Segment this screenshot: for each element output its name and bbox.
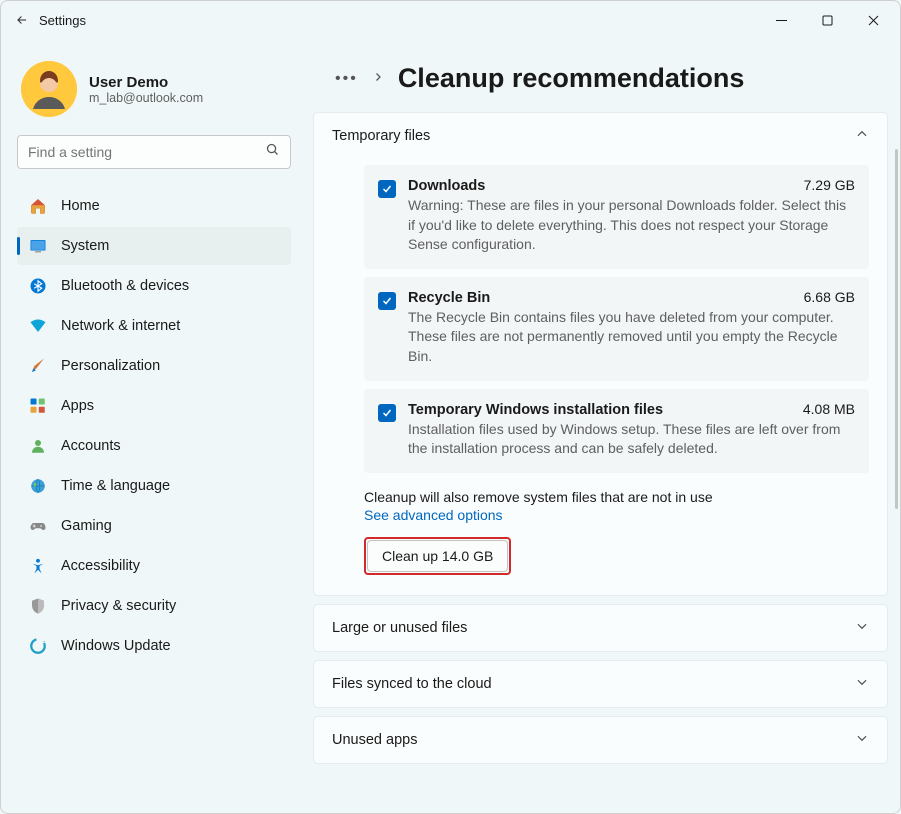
- cleanup-item-downloads[interactable]: Downloads 7.29 GB Warning: These are file…: [364, 165, 869, 269]
- cleanup-button-highlight: Clean up 14.0 GB: [364, 537, 511, 575]
- section-title: Files synced to the cloud: [332, 676, 492, 692]
- sidebar-item-system[interactable]: System: [17, 227, 291, 265]
- section-header-cloud[interactable]: Files synced to the cloud: [314, 661, 887, 707]
- section-title: Unused apps: [332, 732, 417, 748]
- sidebar-item-label: Home: [61, 198, 100, 214]
- item-size: 7.29 GB: [804, 177, 855, 193]
- user-block[interactable]: User Demo m_lab@outlook.com: [17, 39, 291, 135]
- checkbox-recyclebin[interactable]: [378, 292, 396, 310]
- bluetooth-icon: [29, 277, 47, 295]
- chevron-down-icon: [855, 675, 869, 693]
- section-header-unused[interactable]: Unused apps: [314, 717, 887, 763]
- sidebar-item-personalization[interactable]: Personalization: [17, 347, 291, 385]
- section-title: Temporary files: [332, 128, 430, 144]
- search-field[interactable]: [28, 144, 265, 160]
- sidebar-item-label: Time & language: [61, 478, 170, 494]
- item-desc: Installation files used by Windows setup…: [408, 420, 855, 459]
- sidebar-item-label: System: [61, 238, 109, 254]
- wifi-icon: [29, 317, 47, 335]
- section-header-temporary[interactable]: Temporary files: [314, 113, 887, 159]
- user-email: m_lab@outlook.com: [89, 91, 203, 105]
- search-input[interactable]: [17, 135, 291, 169]
- sidebar-item-update[interactable]: Windows Update: [17, 627, 291, 665]
- breadcrumb-more-icon[interactable]: •••: [335, 70, 358, 88]
- update-icon: [29, 637, 47, 655]
- sidebar-item-label: Accounts: [61, 438, 121, 454]
- nav: Home System Bluetooth & devices Network …: [17, 187, 291, 665]
- sidebar-item-privacy[interactable]: Privacy & security: [17, 587, 291, 625]
- sidebar-item-label: Gaming: [61, 518, 112, 534]
- item-name: Downloads: [408, 178, 485, 194]
- checkbox-downloads[interactable]: [378, 180, 396, 198]
- section-temporary-files: Temporary files Downloads 7.29 GB Warning…: [313, 112, 888, 596]
- cleanup-item-recyclebin[interactable]: Recycle Bin 6.68 GB The Recycle Bin conta…: [364, 277, 869, 381]
- sidebar-item-apps[interactable]: Apps: [17, 387, 291, 425]
- section-large-files: Large or unused files: [313, 604, 888, 652]
- sidebar-item-label: Privacy & security: [61, 598, 176, 614]
- sidebar-item-time[interactable]: Time & language: [17, 467, 291, 505]
- shield-icon: [29, 597, 47, 615]
- chevron-up-icon: [855, 127, 869, 145]
- checkbox-tempwin[interactable]: [378, 404, 396, 422]
- sidebar-item-home[interactable]: Home: [17, 187, 291, 225]
- sidebar-item-label: Apps: [61, 398, 94, 414]
- cleanup-note: Cleanup will also remove system files th…: [364, 481, 869, 507]
- item-name: Temporary Windows installation files: [408, 402, 663, 418]
- section-unused-apps: Unused apps: [313, 716, 888, 764]
- window-title: Settings: [39, 13, 86, 28]
- home-icon: [29, 197, 47, 215]
- main-content: ••• Cleanup recommendations Temporary fi…: [301, 39, 900, 813]
- sidebar-item-bluetooth[interactable]: Bluetooth & devices: [17, 267, 291, 305]
- sidebar: User Demo m_lab@outlook.com Home System …: [1, 39, 301, 813]
- cleanup-button[interactable]: Clean up 14.0 GB: [367, 540, 508, 572]
- scrollbar[interactable]: [895, 149, 898, 509]
- page-header: ••• Cleanup recommendations: [313, 39, 888, 112]
- maximize-button[interactable]: [804, 4, 850, 36]
- sidebar-item-label: Bluetooth & devices: [61, 278, 189, 294]
- sidebar-item-label: Personalization: [61, 358, 160, 374]
- user-name: User Demo: [89, 74, 203, 91]
- page-title: Cleanup recommendations: [398, 63, 745, 94]
- sidebar-item-label: Windows Update: [61, 638, 171, 654]
- gamepad-icon: [29, 517, 47, 535]
- back-button[interactable]: [5, 13, 39, 27]
- sidebar-item-accounts[interactable]: Accounts: [17, 427, 291, 465]
- chevron-down-icon: [855, 619, 869, 637]
- item-name: Recycle Bin: [408, 290, 490, 306]
- item-desc: The Recycle Bin contains files you have …: [408, 308, 855, 367]
- sidebar-item-label: Network & internet: [61, 318, 180, 334]
- globe-icon: [29, 477, 47, 495]
- chevron-right-icon: [372, 70, 384, 88]
- system-icon: [29, 237, 47, 255]
- minimize-button[interactable]: [758, 4, 804, 36]
- item-size: 6.68 GB: [804, 289, 855, 305]
- chevron-down-icon: [855, 731, 869, 749]
- sidebar-item-label: Accessibility: [61, 558, 140, 574]
- sidebar-item-gaming[interactable]: Gaming: [17, 507, 291, 545]
- person-icon: [29, 437, 47, 455]
- search-icon: [265, 142, 280, 162]
- brush-icon: [29, 357, 47, 375]
- accessibility-icon: [29, 557, 47, 575]
- section-title: Large or unused files: [332, 620, 467, 636]
- close-button[interactable]: [850, 4, 896, 36]
- cleanup-item-tempwin[interactable]: Temporary Windows installation files 4.08…: [364, 389, 869, 473]
- advanced-options-link[interactable]: See advanced options: [364, 507, 503, 537]
- section-cloud-files: Files synced to the cloud: [313, 660, 888, 708]
- sidebar-item-accessibility[interactable]: Accessibility: [17, 547, 291, 585]
- apps-icon: [29, 397, 47, 415]
- titlebar: Settings: [1, 1, 900, 39]
- avatar: [21, 61, 77, 117]
- item-desc: Warning: These are files in your persona…: [408, 196, 855, 255]
- sidebar-item-network[interactable]: Network & internet: [17, 307, 291, 345]
- item-size: 4.08 MB: [803, 401, 855, 417]
- section-header-large[interactable]: Large or unused files: [314, 605, 887, 651]
